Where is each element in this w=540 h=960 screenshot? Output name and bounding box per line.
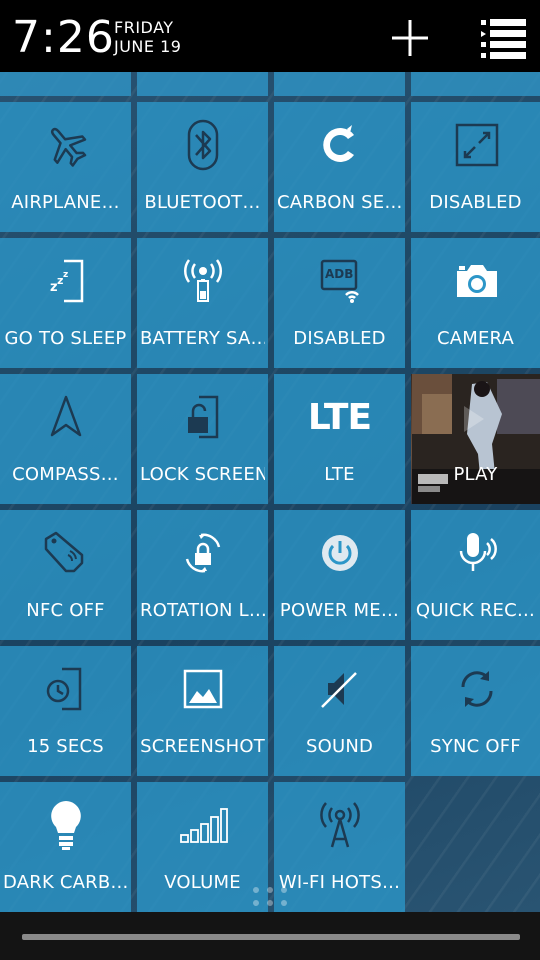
status-bar: 7:26 FRIDAY JUNE 19 [0,0,540,72]
partial-tile [0,72,131,96]
tile-grid: AIRPLANE… BLUETOOT… CARBON SE… DISABLED … [0,72,540,912]
tile-lock-screen[interactable]: LOCK SCREEN [137,374,268,504]
tile-volume[interactable]: VOLUME [137,782,268,912]
tile-label: AIRPLANE… [11,192,120,213]
tile-label: WI-FI HOTS… [278,872,401,893]
tile-label: 15 SECS [27,736,104,757]
tile-label: COMPASS… [12,464,119,485]
lightbulb-icon [50,801,81,850]
screenshot-icon [183,669,222,709]
adb-icon: ADB [320,259,359,303]
tile-dark-carbon[interactable]: DARK CARB… [0,782,131,912]
battery-saver-icon [183,259,222,302]
tile-label: DISABLED [429,192,522,213]
volume-bars-icon [179,808,228,843]
tile-camera[interactable]: CAMERA [411,238,540,368]
airplane-icon [50,127,86,167]
tile-label: ROTATION L… [140,600,265,621]
tile-nfc[interactable]: NFC OFF [0,510,131,640]
tile-power-menu[interactable]: POWER ME… [274,510,405,640]
tile-label: LTE [324,464,355,485]
tile-battery-saver[interactable]: BATTERY SA… [137,238,268,368]
tile-label: LOCK SCREEN [140,464,265,485]
microphone-icon [459,533,497,571]
tile-label: SYNC OFF [430,736,521,757]
tile-bluetooth[interactable]: BLUETOOT… [137,102,268,232]
tile-sync[interactable]: SYNC OFF [411,646,540,776]
carbon-icon [322,125,354,162]
tile-label: QUICK REC… [415,600,536,621]
tile-label: DISABLED [293,328,386,349]
wifi-hotspot-icon [319,802,360,848]
power-icon [321,535,358,571]
tile-screenshot[interactable]: SCREENSHOT [137,646,268,776]
tile-lte[interactable]: LTE LTE [274,374,405,504]
tile-label: POWER ME… [279,600,400,621]
tile-label: CARBON SE… [277,192,402,213]
tile-label: PLAY [453,464,498,485]
tile-compass[interactable]: COMPASS… [0,374,131,504]
partial-tile [274,72,405,96]
tile-label: SCREENSHOT [140,736,265,757]
add-tile-button[interactable] [388,16,432,60]
tile-label: GO TO SLEEP [4,328,127,349]
nfc-icon [44,531,83,573]
drag-handle[interactable] [22,934,520,940]
tile-label: BLUETOOT… [144,192,261,213]
tile-quick-record[interactable]: QUICK REC… [411,510,540,640]
tile-screen-timeout[interactable]: 15 SECS [0,646,131,776]
edit-list-button[interactable] [478,16,528,60]
date-label: JUNE 19 [114,37,182,56]
tile-label: CAMERA [436,328,515,349]
tile-media-play[interactable]: PLAY [411,374,540,504]
tile-carbon-settings[interactable]: CARBON SE… [274,102,405,232]
tile-label: VOLUME [164,872,241,893]
tile-sound[interactable]: SOUND [274,646,405,776]
sound-muted-icon [320,672,357,708]
tile-rotation-lock[interactable]: ROTATION L… [137,510,268,640]
adb-badge-text: ADB [325,267,353,281]
list-icon [481,19,526,59]
tile-wifi-hotspot[interactable]: WI-FI HOTS… [274,782,405,912]
clock: 7:26 [12,12,115,63]
camera-icon [456,265,497,297]
tile-go-to-sleep[interactable]: z z z GO TO SLEEP [0,238,131,368]
day-label: FRIDAY [114,18,174,37]
tile-label: NFC OFF [26,600,105,621]
rotation-lock-icon [185,533,220,573]
lte-icon: LTE [307,396,372,438]
lock-screen-icon [187,395,218,439]
tile-label: BATTERY SA… [140,328,265,349]
plus-icon [392,20,428,56]
expand-icon [455,123,498,167]
tile-label: DARK CARB… [3,872,128,893]
bottom-bar [0,912,540,960]
tile-label: SOUND [305,736,374,757]
tile-airplane-mode[interactable]: AIRPLANE… [0,102,131,232]
sync-icon [460,671,493,707]
tile-adb-disabled[interactable]: ADB DISABLED [274,238,405,368]
partial-tile [411,72,540,96]
svg-text:z: z [63,270,68,280]
sleep-icon: z z z [50,259,83,303]
bluetooth-icon [187,119,218,171]
quick-settings-screen: 7:26 FRIDAY JUNE 19 AIRPLANE… BLUETOOT… … [0,0,540,960]
partial-tile [137,72,268,96]
page-indicator [253,887,287,906]
compass-icon [50,395,81,437]
screen-timeout-icon [46,667,81,711]
tile-expand-disabled[interactable]: DISABLED [411,102,540,232]
date-block: FRIDAY JUNE 19 [114,18,181,56]
